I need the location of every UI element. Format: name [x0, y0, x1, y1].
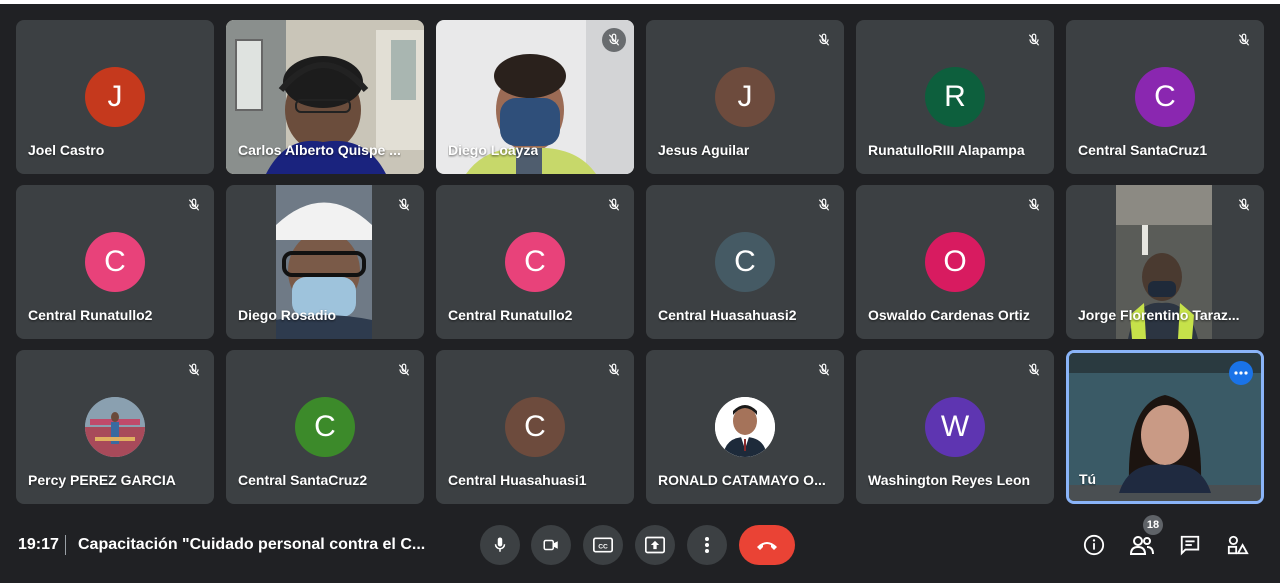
mic-off-icon: [1024, 30, 1044, 50]
camera-button[interactable]: [531, 525, 571, 565]
svg-text:CC: CC: [598, 543, 608, 550]
participant-tile[interactable]: C Central Runatullo2: [16, 185, 214, 339]
participant-tile[interactable]: Diego Loayza: [436, 20, 634, 174]
hangup-icon: [757, 542, 777, 550]
present-icon: [645, 536, 665, 554]
participant-name: Central Runatullo2: [448, 307, 573, 323]
participant-tile[interactable]: J Joel Castro: [16, 20, 214, 174]
participant-tile[interactable]: R RunatulloRIII Alapampa: [856, 20, 1054, 174]
present-button[interactable]: [635, 525, 675, 565]
participant-name: RONALD CATAMAYO O...: [658, 472, 826, 488]
activities-icon: [1227, 535, 1249, 555]
participant-tile[interactable]: Diego Rosadio: [226, 185, 424, 339]
mic-off-icon: [184, 360, 204, 380]
profile-photo: [715, 397, 775, 457]
participant-name: Washington Reyes Leon: [868, 472, 1031, 488]
mic-off-icon: [1024, 195, 1044, 215]
people-icon: [1129, 536, 1154, 555]
participant-name: Central Huasahuasi2: [658, 307, 797, 323]
mic-button[interactable]: [480, 525, 520, 565]
participant-tile[interactable]: W Washington Reyes Leon: [856, 350, 1054, 504]
bottom-toolbar: 19:17 Capacitación "Cuidado personal con…: [0, 505, 1280, 583]
participant-tile[interactable]: C Central Runatullo2: [436, 185, 634, 339]
avatar: J: [715, 67, 775, 127]
participant-tile[interactable]: C Central SantaCruz2: [226, 350, 424, 504]
participant-name: RunatulloRIII Alapampa: [868, 142, 1025, 158]
avatar: J: [85, 67, 145, 127]
activities-button[interactable]: [1224, 531, 1252, 559]
camera-icon: [543, 539, 558, 551]
captions-button[interactable]: CC: [583, 525, 623, 565]
leave-call-button[interactable]: [739, 525, 795, 565]
mic-off-icon: [604, 360, 624, 380]
divider: [65, 535, 66, 555]
avatar: C: [295, 397, 355, 457]
participant-tile[interactable]: C Central SantaCruz1: [1066, 20, 1264, 174]
mic-off-icon: [814, 360, 834, 380]
participant-count-badge: 18: [1143, 515, 1163, 535]
avatar: C: [505, 232, 565, 292]
meeting-title: Capacitación "Cuidado personal contra el…: [78, 536, 426, 553]
more-vert-icon: [705, 537, 709, 553]
mic-off-icon: [604, 195, 624, 215]
avatar: W: [925, 397, 985, 457]
participant-name: Central Runatullo2: [28, 307, 153, 323]
participant-name: Jorge Florentino Taraz...: [1078, 307, 1240, 323]
mic-icon: [494, 537, 506, 552]
chat-button[interactable]: [1176, 531, 1204, 559]
meeting-clock: 19:17: [18, 536, 59, 553]
avatar: C: [85, 232, 145, 292]
profile-photo: [85, 397, 145, 457]
more-options-button[interactable]: [687, 525, 727, 565]
mic-off-icon: [814, 30, 834, 50]
self-view-tile[interactable]: Tú: [1066, 350, 1264, 504]
participant-tile[interactable]: J Jesus Aguilar: [646, 20, 844, 174]
info-icon: [1083, 534, 1105, 556]
captions-icon: CC: [593, 537, 613, 553]
participant-name: Percy PEREZ GARCIA: [28, 472, 176, 488]
mic-off-icon: [394, 360, 414, 380]
participant-name: Diego Loayza: [448, 142, 539, 158]
participant-grid: J Joel Castro Carlos Alberto Quispe ...: [16, 20, 1264, 504]
avatar: R: [925, 67, 985, 127]
participant-tile[interactable]: RONALD CATAMAYO O...: [646, 350, 844, 504]
avatar: C: [715, 232, 775, 292]
participant-tile[interactable]: C Central Huasahuasi1: [436, 350, 634, 504]
participant-tile[interactable]: Percy PEREZ GARCIA: [16, 350, 214, 504]
participant-name: Tú: [1079, 471, 1097, 487]
participant-name: Central SantaCruz2: [238, 472, 368, 488]
participant-name: Carlos Alberto Quispe ...: [238, 142, 401, 158]
avatar: C: [1135, 67, 1195, 127]
meeting-details-button[interactable]: [1080, 531, 1108, 559]
mic-off-icon: [394, 195, 414, 215]
mic-off-icon: [1024, 360, 1044, 380]
participant-tile[interactable]: Jorge Florentino Taraz...: [1066, 185, 1264, 339]
participant-name: Diego Rosadio: [238, 307, 337, 323]
participant-name: Central SantaCruz1: [1078, 142, 1208, 158]
avatar: [715, 397, 775, 457]
avatar: O: [925, 232, 985, 292]
avatar: [85, 397, 145, 457]
mic-off-icon: [602, 28, 626, 52]
participant-name: Jesus Aguilar: [658, 142, 750, 158]
participant-name: Oswaldo Cardenas Ortiz: [868, 307, 1030, 323]
mic-off-icon: [1234, 30, 1254, 50]
more-options-icon[interactable]: [1229, 361, 1253, 385]
mic-off-icon: [814, 195, 834, 215]
participant-name: Joel Castro: [28, 142, 105, 158]
participant-tile[interactable]: C Central Huasahuasi2: [646, 185, 844, 339]
avatar: C: [505, 397, 565, 457]
mic-off-icon: [1234, 195, 1254, 215]
window-top-edge: [0, 0, 1280, 4]
mic-off-icon: [184, 195, 204, 215]
people-button[interactable]: [1128, 531, 1156, 559]
participant-name: Central Huasahuasi1: [448, 472, 587, 488]
participant-tile[interactable]: Carlos Alberto Quispe ...: [226, 20, 424, 174]
participant-tile[interactable]: O Oswaldo Cardenas Ortiz: [856, 185, 1054, 339]
chat-icon: [1180, 535, 1200, 556]
